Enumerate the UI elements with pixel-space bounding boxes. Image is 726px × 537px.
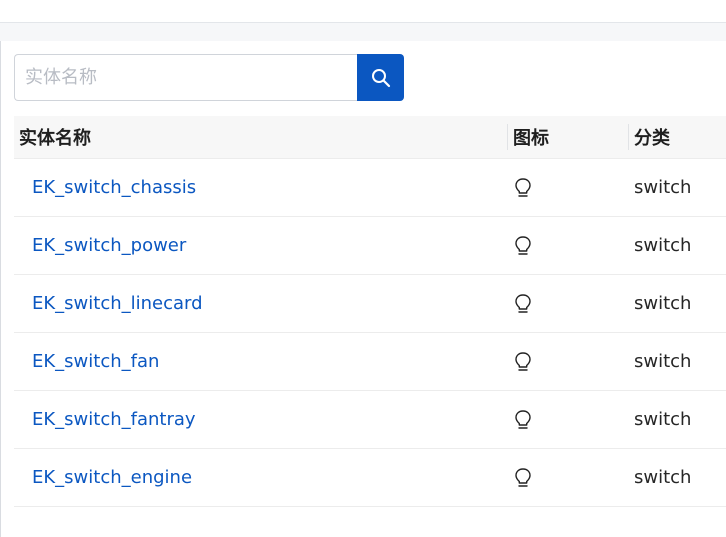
table-header-row: 实体名称 图标 分类 (14, 116, 726, 159)
entity-category-cell: switch (628, 390, 726, 449)
entity-name-cell: EK_switch_power (14, 216, 507, 275)
entity-icon-cell (507, 448, 628, 507)
entity-category-cell: switch (628, 332, 726, 391)
entity-icon-cell (507, 158, 628, 217)
column-header-category-label: 分类 (634, 128, 670, 149)
lightbulb-icon (515, 293, 531, 313)
search-button[interactable] (357, 54, 404, 101)
entity-name-cell: EK_switch_fantray (14, 390, 507, 449)
lightbulb-icon (515, 409, 531, 429)
table-row: EK_switch_power switch (14, 216, 726, 275)
entity-icon-cell (507, 332, 628, 391)
table-row: EK_switch_chassis switch (14, 158, 726, 217)
entity-name-cell: EK_switch_chassis (14, 158, 507, 217)
entity-icon-cell (507, 216, 628, 275)
header-strip (0, 23, 726, 41)
column-header-category[interactable]: 分类 (628, 116, 726, 159)
entity-category-cell: switch (628, 448, 726, 507)
lightbulb-icon (515, 467, 531, 487)
entity-name-cell: EK_switch_engine (14, 448, 507, 507)
table-row: EK_switch_engine switch (14, 448, 726, 507)
entity-name-link[interactable]: EK_switch_fantray (32, 409, 196, 430)
column-divider (507, 124, 508, 150)
entity-name-link[interactable]: EK_switch_fan (32, 351, 159, 372)
column-divider (628, 124, 629, 150)
lightbulb-icon (515, 235, 531, 255)
entity-category-cell: switch (628, 274, 726, 333)
entity-icon-cell (507, 274, 628, 333)
lightbulb-icon (515, 351, 531, 371)
entity-name-link[interactable]: EK_switch_engine (32, 467, 192, 488)
lightbulb-icon (515, 177, 531, 197)
column-header-name[interactable]: 实体名称 (14, 116, 507, 159)
search-input[interactable] (14, 54, 357, 101)
entity-name-cell: EK_switch_fan (14, 332, 507, 391)
entity-name-link[interactable]: EK_switch_chassis (32, 177, 196, 198)
entity-name-link[interactable]: EK_switch_linecard (32, 293, 203, 314)
column-header-icon-label: 图标 (513, 128, 549, 149)
entity-name-link[interactable]: EK_switch_power (32, 235, 186, 256)
entity-list-panel: 实体名称 图标 分类 EK_switch_chassis (0, 41, 726, 537)
entity-name-cell: EK_switch_linecard (14, 274, 507, 333)
table-row: EK_switch_linecard switch (14, 274, 726, 333)
table-row: EK_switch_fantray switch (14, 390, 726, 449)
entity-icon-cell (507, 390, 628, 449)
entity-table: 实体名称 图标 分类 EK_switch_chassis switch EK_s… (14, 116, 726, 507)
search-icon (371, 68, 390, 87)
entity-category-cell: switch (628, 158, 726, 217)
table-row: EK_switch_fan switch (14, 332, 726, 391)
column-header-name-label: 实体名称 (19, 128, 91, 149)
column-header-icon[interactable]: 图标 (507, 116, 628, 159)
entity-category-cell: switch (628, 216, 726, 275)
top-bar (0, 0, 726, 23)
search-bar (14, 54, 404, 101)
